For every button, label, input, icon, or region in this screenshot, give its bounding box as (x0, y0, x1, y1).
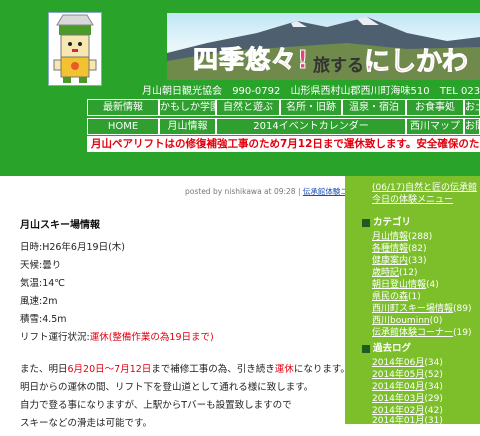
nav-onsen-lodging[interactable]: 温泉・宿泊 (342, 99, 406, 116)
lift-status-value: 運休(整備作業の為19日まで) (89, 332, 214, 343)
category-count: (19) (453, 328, 472, 338)
nav-sights[interactable]: 名所・旧跡 (280, 99, 342, 116)
postal-code: 990-0792 (232, 86, 281, 97)
lift-status-row: リフト運行状況:運休(整備作業の為19日まで) (20, 329, 214, 343)
nav-event-calendar[interactable]: 2014イベントカレンダー (216, 118, 406, 135)
category-count: (89) (453, 304, 472, 314)
archive-link[interactable]: 2013年12月 (372, 426, 424, 436)
snow-value: 4.5m (42, 314, 67, 325)
folder-icon (362, 344, 370, 353)
temperature-value: 14℃ (42, 278, 65, 289)
weather-sky-row: 天候:曇り (20, 257, 61, 271)
date-label: 日時: (20, 242, 43, 253)
category-count: (4) (426, 280, 439, 290)
post-paragraph-4: スキーなどの滑走は可能です。 (20, 418, 153, 429)
snow-depth-row: 積雪:4.5m (20, 311, 67, 325)
main-nav-row-1: 最新情報 かもしか学園 自然と遊ぶ 名所・旧跡 温泉・宿泊 お食事処 お土産 (87, 99, 480, 116)
nav-dining[interactable]: お食事処 (406, 99, 464, 116)
para1-mid: まで補修工事の為、引き続き (151, 364, 275, 375)
sky-value: 曇り (42, 260, 62, 271)
nav-contact[interactable]: お問合 (464, 118, 480, 135)
banner-title-sub: 旅する (313, 56, 364, 76)
nav-kamoshika-gakuen[interactable]: かもしか学園 (159, 99, 216, 116)
para1-dates: 6月20日〜7月12日 (67, 364, 152, 375)
nav-latest-info[interactable]: 最新情報 (87, 99, 159, 116)
category-link[interactable]: 伝承館体験コーナー (372, 328, 453, 338)
sky-label: 天候: (20, 260, 43, 271)
nav-gassan-info[interactable]: 月山情報 (159, 118, 216, 135)
nav-nishikawa-map[interactable]: 西川マップ (406, 118, 464, 135)
post-paragraph-1: また、明日6月20日〜7月12日まで補修工事の為、引き続き運休になります。 (20, 361, 350, 375)
folder-icon (362, 218, 370, 227)
para1-pre: また、明日 (20, 364, 68, 375)
temperature-label: 気温: (20, 278, 43, 289)
wind-value: 2m (42, 296, 58, 307)
post-title: 月山スキー場情報 (20, 220, 100, 231)
mascot-image (53, 14, 97, 83)
header-banner[interactable]: 四季悠々! 旅する にしかわ (167, 13, 480, 80)
categories-heading-label: カテゴリ (373, 217, 412, 228)
archive-heading-label: 過去ログ (373, 343, 412, 354)
lift-status-label: リフト運行状況: (20, 332, 90, 343)
main-nav-row-2: HOME 月山情報 2014イベントカレンダー 西川マップ お問合 (87, 118, 480, 135)
wind-label: 風速: (20, 296, 43, 307)
post-meta: posted by nishikawa at 09:28 | 伝承館体験コーナー (185, 187, 371, 196)
site-header: 四季悠々! 旅する にしかわ 月山朝日観光協会 990-0792 山形県西村山郡… (0, 0, 480, 176)
street-address: 山形県西村山郡西川町海味510 (290, 86, 430, 97)
para1-post: になります。 (293, 364, 350, 375)
date-value: H26年6月19日(木) (42, 242, 125, 253)
nav-souvenirs[interactable]: お土産 (464, 99, 480, 116)
post-paragraph-2: 明日からの運休の間、リフト下を登山道として通れる様に致します。 (20, 382, 314, 393)
post-paragraph-3: 自力で登る事になりますが、上駅からTバーも設置致しますので (20, 400, 292, 411)
notice-text: 月山ペアリフトはの修復補強工事のため7月12日まで運休致します。安全確保のため恐… (91, 138, 480, 150)
banner-title-place: にしかわ (363, 47, 469, 78)
wind-row: 風速:2m (20, 293, 58, 307)
nav-home[interactable]: HOME (87, 118, 159, 135)
weather-date-row: 日時:H26年6月19日(木) (20, 239, 125, 253)
banner-title-main: 四季悠々! (192, 45, 310, 75)
para1-suspend: 運休 (274, 364, 294, 375)
categories-heading: カテゴリ (362, 214, 411, 228)
org-name: 月山朝日観光協会 (142, 86, 222, 97)
mascot-logo[interactable] (48, 12, 102, 86)
category-item: 伝承館体験コーナー(19) (372, 325, 472, 338)
archive-count: (9) (424, 426, 438, 436)
temperature-row: 気温:14℃ (20, 275, 65, 289)
main-content: posted by nishikawa at 09:28 | 伝承館体験コーナー… (0, 176, 370, 429)
contact-info: 月山朝日観光協会 990-0792 山形県西村山郡西川町海味510 TEL 02… (142, 82, 480, 97)
archive-heading: 過去ログ (362, 340, 411, 354)
nav-nature[interactable]: 自然と遊ぶ (216, 99, 280, 116)
lift-notice-banner: 月山ペアリフトはの修復補強工事のため7月12日まで運休致します。安全確保のため恐… (87, 136, 480, 152)
archive-item: 2013年12月(9) (372, 423, 437, 436)
posted-by: posted by nishikawa at 09:28 (185, 187, 296, 196)
recent-entry-link[interactable]: 今日の体験メニュー (372, 192, 453, 205)
telephone: TEL 0237-74 (439, 86, 480, 97)
snow-label: 積雪: (20, 314, 43, 325)
